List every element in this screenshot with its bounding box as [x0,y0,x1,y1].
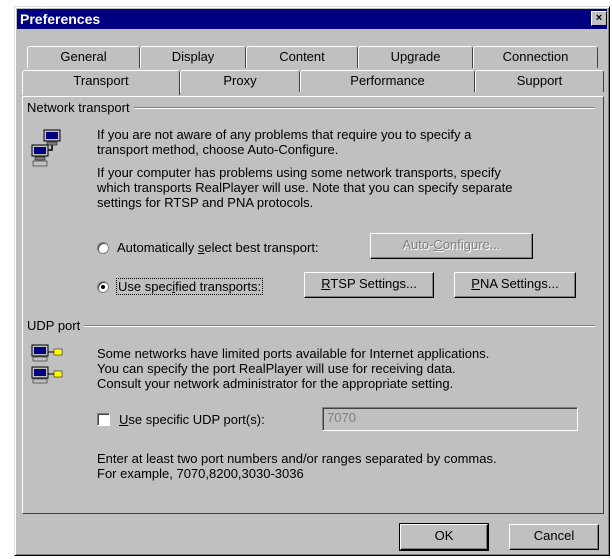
auto-configure-help-text: If you are not aware of any problems tha… [97,127,472,157]
tab-content[interactable]: Content [246,46,358,68]
use-specific-udp-port-label[interactable]: Use specific UDP port(s): [119,412,265,427]
pna-settings-button[interactable]: PNA Settings... [454,272,576,298]
use-specified-transports-radio[interactable] [97,281,109,293]
udp-help-text: Some networks have limited ports availab… [97,346,490,391]
tab-connection[interactable]: Connection [473,46,598,68]
tab-performance[interactable]: Performance [300,70,475,92]
tab-support[interactable]: Support [475,70,604,92]
network-transport-group-label: Network transport [27,100,134,115]
auto-select-transport-radio[interactable] [97,242,109,254]
network-port-icon [31,344,63,384]
transport-help-text: If your computer has problems using some… [97,165,513,210]
network-computers-icon [31,129,61,167]
ok-button[interactable]: OK [399,523,489,551]
tab-transport[interactable]: Transport [22,70,180,95]
tab-general[interactable]: General [27,46,140,68]
auto-configure-button[interactable]: Auto-Configure... [370,233,533,259]
rtsp-settings-button[interactable]: RTSP Settings... [304,272,434,298]
udp-port-divider [29,325,595,327]
auto-select-transport-label[interactable]: Automatically select best transport: [117,240,319,255]
preferences-dialog: Preferences × General Display Content Up… [14,6,610,556]
tab-upgrade[interactable]: Upgrade [358,46,473,68]
udp-port-input[interactable]: 7070 [322,407,578,431]
udp-port-group-label: UDP port [27,318,85,333]
transport-panel: Network transport If you are not aware o… [22,96,604,514]
udp-port-hint-text: Enter at least two port numbers and/or r… [97,451,497,481]
cancel-button[interactable]: Cancel [509,524,599,550]
close-icon[interactable]: × [591,11,607,26]
title-bar[interactable]: Preferences × [17,9,607,29]
window-title: Preferences [20,11,101,27]
radio-selected-dot [101,285,105,289]
tab-proxy[interactable]: Proxy [180,70,300,92]
use-specified-transports-label[interactable]: Use specified transports: [115,278,264,295]
use-specific-udp-port-checkbox[interactable] [97,413,110,426]
tab-display[interactable]: Display [140,46,246,68]
